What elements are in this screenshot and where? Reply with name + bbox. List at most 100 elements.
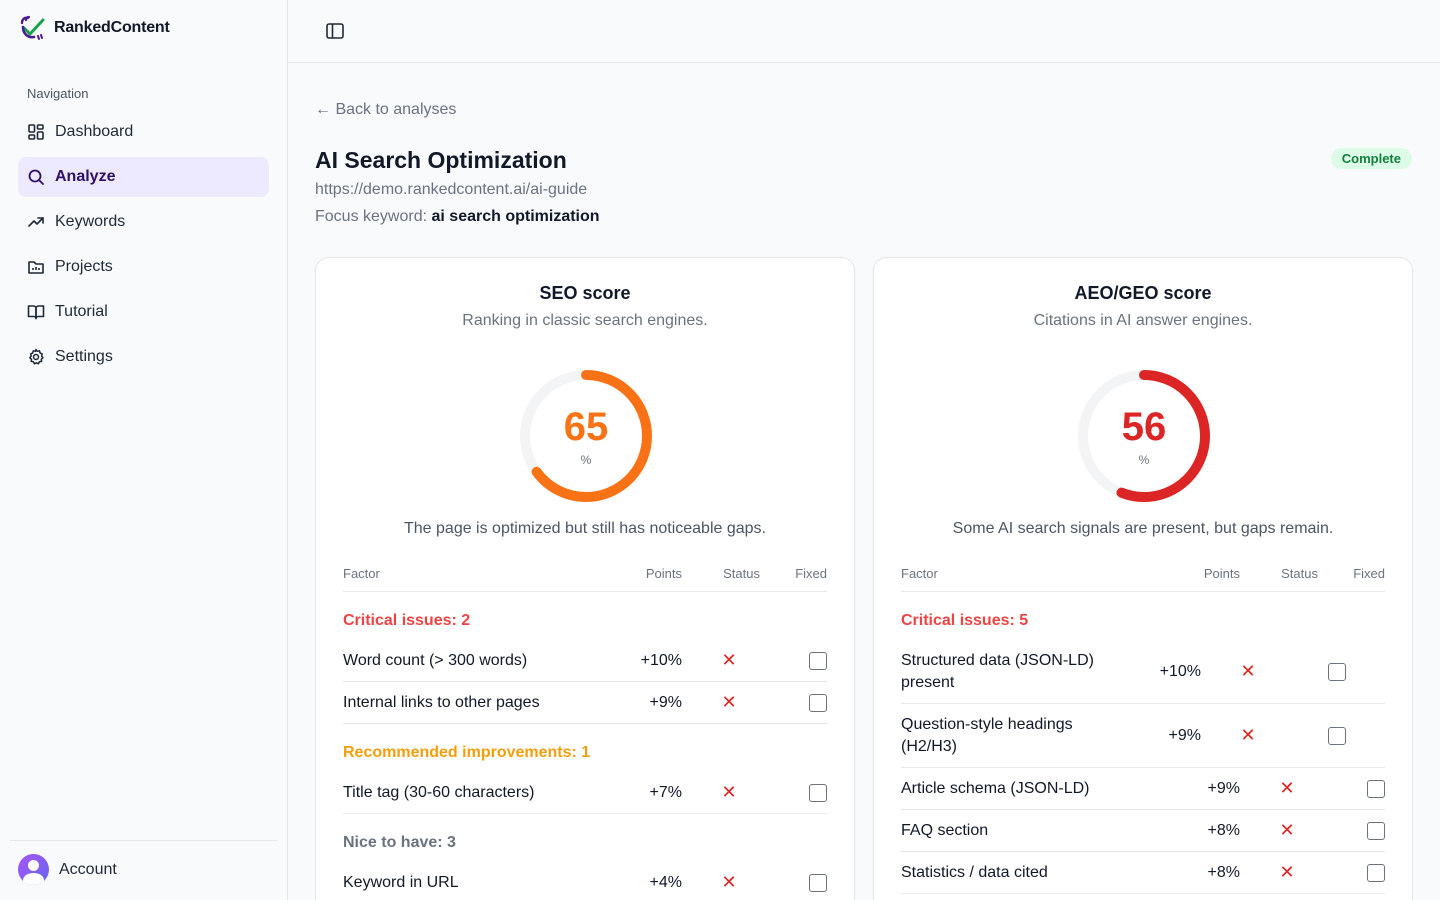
factor-points: +9%	[1207, 779, 1240, 797]
sidebar-item-label: Tutorial	[55, 303, 108, 320]
dashboard-icon	[28, 124, 44, 140]
status-fail-icon: ✕	[1240, 661, 1256, 681]
factor-name: FAQ section	[901, 821, 989, 839]
sidebar-item-label: Analyze	[55, 168, 116, 185]
table-row: Internal links to other pages +9% ✕	[343, 682, 827, 724]
status-fail-icon: ✕	[1279, 820, 1295, 840]
status-fail-icon: ✕	[1240, 725, 1256, 745]
aeo-score-unit: %	[1138, 453, 1150, 467]
nav-heading: Navigation	[27, 86, 89, 101]
group-heading-critical: Critical issues: 5	[901, 612, 1029, 629]
table-row: Statistics / data cited +8% ✕	[901, 852, 1385, 894]
sidebar-item-analyze[interactable]: Analyze	[18, 157, 269, 197]
factor-name: Structured data (JSON-LD) present	[901, 651, 1094, 691]
seo-score-gauge: 65 %	[516, 366, 656, 506]
fixed-checkbox[interactable]	[1367, 779, 1385, 798]
seo-score-unit: %	[580, 453, 592, 467]
table-row: Article schema (JSON-LD) +9% ✕	[901, 768, 1385, 810]
avatar	[18, 854, 49, 885]
status-fail-icon: ✕	[721, 650, 737, 670]
sidebar-item-projects[interactable]: Projects	[18, 247, 269, 287]
column-header-factor: Factor	[901, 566, 938, 581]
gear-icon	[29, 348, 44, 365]
factor-points: +4%	[649, 873, 682, 891]
folder-icon	[28, 261, 44, 274]
sidebar: RankedContent Navigation Dashboard Analy…	[0, 0, 288, 900]
search-icon	[28, 169, 44, 185]
card-summary: The page is optimized but still has noti…	[404, 520, 766, 537]
table-row: FAQ section +8% ✕	[901, 810, 1385, 852]
focus-keyword-line: Focus keyword: ai search optimization	[315, 208, 600, 226]
fixed-checkbox[interactable]	[809, 651, 827, 670]
aeo-score-card: AEO/GEO score Citations in AI answer eng…	[873, 257, 1413, 900]
sidebar-item-label: Settings	[55, 348, 113, 365]
fixed-cell	[760, 693, 827, 712]
column-header-fixed: Fixed	[795, 566, 827, 581]
fixed-cell	[1279, 726, 1346, 745]
fixed-cell	[760, 783, 827, 802]
fixed-cell	[1318, 821, 1385, 840]
sidebar-item-tutorial[interactable]: Tutorial	[18, 292, 269, 332]
card-subtitle: Citations in AI answer engines.	[1033, 312, 1253, 329]
brand[interactable]: RankedContent	[18, 14, 170, 42]
status-fail-icon: ✕	[721, 782, 737, 802]
fixed-checkbox[interactable]	[1367, 863, 1385, 882]
seo-score-card: SEO score Ranking in classic search engi…	[315, 257, 855, 900]
fixed-cell	[1318, 779, 1385, 798]
fixed-checkbox[interactable]	[809, 783, 827, 802]
factor-points: +9%	[649, 693, 682, 711]
factor-name: Statistics / data cited	[901, 863, 1048, 881]
sidebar-item-label: Keywords	[55, 213, 126, 230]
back-to-analyses-link[interactable]: ← Back to analyses	[315, 101, 456, 119]
fixed-checkbox[interactable]	[1328, 726, 1346, 745]
status-badge: Complete	[1330, 148, 1412, 169]
page-url: https://demo.rankedcontent.ai/ai-guide	[315, 181, 588, 198]
factor-points: +7%	[649, 783, 682, 801]
account-button[interactable]: Account	[18, 854, 117, 885]
column-header-status: Status	[1281, 566, 1318, 581]
table-row: Structured data (JSON-LD) present +10% ✕	[901, 640, 1385, 704]
status-fail-icon: ✕	[1279, 862, 1295, 882]
main-content: ← Back to analyses AI Search Optimizatio…	[288, 63, 1440, 900]
sidebar-item-keywords[interactable]: Keywords	[18, 202, 269, 242]
fixed-checkbox[interactable]	[1367, 821, 1385, 840]
book-open-icon	[27, 305, 45, 320]
card-summary: Some AI search signals are present, but …	[952, 520, 1334, 537]
factor-name: Question-style headings (H2/H3)	[901, 715, 1073, 755]
column-header-points: Points	[645, 566, 682, 581]
sidebar-item-dashboard[interactable]: Dashboard	[18, 112, 269, 152]
status-fail-icon: ✕	[721, 692, 737, 712]
factor-name: Article schema (JSON-LD)	[901, 779, 1090, 797]
topbar	[288, 0, 1440, 63]
fixed-checkbox[interactable]	[809, 693, 827, 712]
rankedcontent-logo-icon	[20, 15, 45, 40]
factor-points: +10%	[640, 651, 682, 669]
fixed-cell	[760, 873, 827, 892]
sidebar-item-label: Projects	[55, 258, 113, 275]
fixed-checkbox[interactable]	[809, 873, 827, 892]
sidebar-item-label: Dashboard	[55, 123, 134, 140]
sidebar-item-settings[interactable]: Settings	[18, 337, 269, 377]
card-subtitle: Ranking in classic search engines.	[462, 312, 708, 329]
sidebar-toggle-icon[interactable]	[324, 20, 346, 42]
factor-name: Keyword in URL	[343, 873, 459, 891]
brand-name: RankedContent	[54, 19, 170, 36]
status-fail-icon: ✕	[721, 872, 737, 892]
sidebar-divider	[10, 840, 277, 841]
page-title: AI Search Optimization	[315, 147, 567, 173]
group-heading-recommended: Recommended improvements: 1	[343, 744, 591, 761]
focus-keyword-value: ai search optimization	[431, 208, 600, 225]
account-label: Account	[59, 860, 117, 878]
seo-factor-table: Factor Points Status Fixed Critical issu…	[343, 556, 827, 900]
fixed-checkbox[interactable]	[1328, 662, 1346, 681]
column-header-factor: Factor	[343, 566, 380, 581]
aeo-score-gauge: 56 %	[1074, 366, 1214, 506]
column-header-status: Status	[723, 566, 760, 581]
table-header: Factor Points Status Fixed	[343, 556, 827, 592]
column-header-points: Points	[1203, 566, 1240, 581]
card-title: SEO score	[539, 283, 631, 303]
seo-score-value: 65	[563, 405, 609, 449]
factor-points: +9%	[1168, 726, 1201, 744]
column-header-fixed: Fixed	[1353, 566, 1385, 581]
group-heading-critical: Critical issues: 2	[343, 612, 471, 629]
